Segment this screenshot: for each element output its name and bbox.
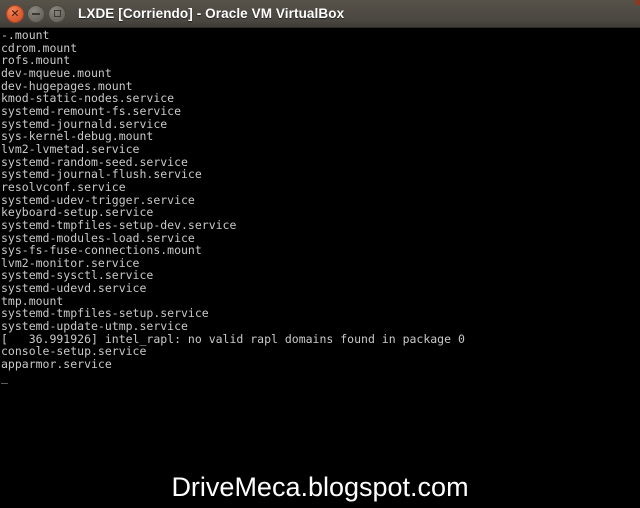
terminal-cursor: _ [1,369,8,384]
console-line: cdrom.mount [1,40,78,55]
watermark-text: DriveMeca.blogspot.com [171,472,469,502]
minimize-button[interactable] [27,4,45,23]
close-button[interactable]: × [6,4,24,23]
titlebar-corner-marker [635,0,640,5]
virtualbox-vm-window: × LXDE [Corriendo] - Oracle VM VirtualBo… [0,0,640,508]
window-titlebar[interactable]: × LXDE [Corriendo] - Oracle VM VirtualBo… [0,0,640,28]
console-line: sys-fs-fuse-connections.mount [1,243,202,258]
minimize-icon [32,12,40,15]
console-line: systemd-tmpfiles-setup-dev.service [1,217,237,232]
window-title: LXDE [Corriendo] - Oracle VM VirtualBox [78,6,345,21]
console-output: -.mount cdrom.mount rofs.mount dev-mqueue.m… [1,29,637,383]
maximize-button[interactable] [48,4,66,23]
console-line: keyboard-setup.service [1,205,154,220]
maximize-icon [53,10,61,17]
console-line: systemd-update-utmp.service [1,319,188,334]
console-line: sys-kernel-debug.mount [1,129,154,144]
close-icon: × [10,6,20,20]
console-line: systemd-remount-fs.service [1,103,182,118]
console-line: systemd-journal-flush.service [1,167,202,182]
console-line: -.mount [1,28,50,42]
console-line: dev-mqueue.mount [1,65,112,80]
console-line: apparmor.service [1,357,112,372]
console-line: resolvconf.service [1,179,126,194]
terminal-console[interactable]: -.mount cdrom.mount rofs.mount dev-mqueue.m… [0,28,640,508]
console-line: systemd-udevd.service [1,281,147,296]
console-line: lvm2-lvmetad.service [1,141,140,156]
window-controls: × [6,4,66,23]
